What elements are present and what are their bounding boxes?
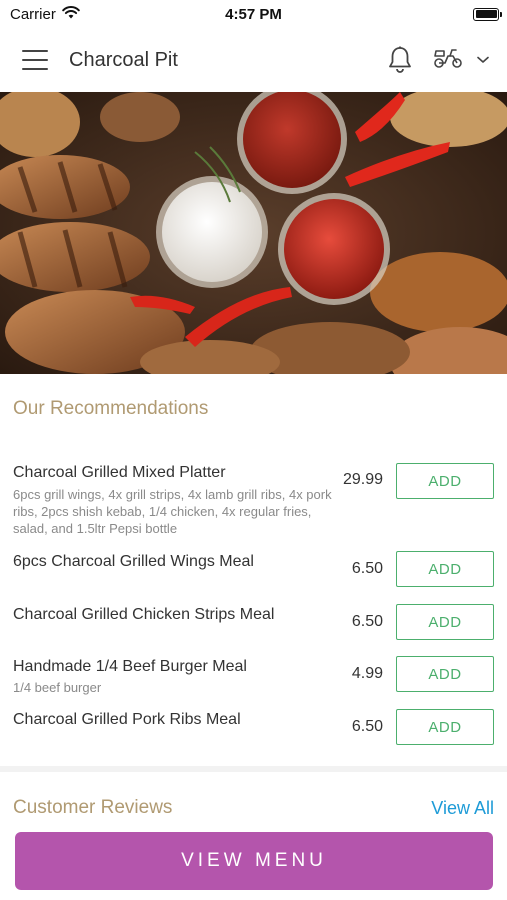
battery-fill	[475, 10, 497, 18]
item-name: Handmade 1/4 Beef Burger Meal	[13, 658, 247, 675]
add-button[interactable]: ADD	[396, 551, 494, 587]
item-name: 6pcs Charcoal Grilled Wings Meal	[13, 553, 254, 570]
item-description: 1/4 beef burger	[13, 680, 102, 695]
status-left: Carrier	[10, 6, 80, 23]
item-price: 6.50	[351, 560, 383, 577]
add-button[interactable]: ADD	[396, 463, 494, 499]
delivery-dropdown[interactable]	[433, 47, 489, 74]
status-bar: Carrier 4:57 PM	[0, 0, 507, 28]
menu-item: Charcoal Grilled Mixed Platter 6pcs gril…	[0, 460, 507, 540]
add-button[interactable]: ADD	[396, 709, 494, 745]
bell-icon[interactable]	[387, 46, 413, 74]
view-all-link[interactable]: View All	[431, 798, 494, 819]
item-name: Charcoal Grilled Pork Ribs Meal	[13, 711, 241, 728]
item-description: 6pcs grill wings, 4x grill strips, 4x la…	[13, 487, 332, 536]
carrier-label: Carrier	[10, 5, 56, 23]
item-price: 6.50	[351, 718, 383, 735]
wifi-icon	[62, 5, 80, 23]
menu-item: Charcoal Grilled Chicken Strips Meal 6.5…	[0, 601, 507, 641]
item-price: 29.99	[342, 471, 383, 488]
nav-actions	[387, 46, 489, 74]
nav-bar: Charcoal Pit	[0, 28, 507, 92]
item-name: Charcoal Grilled Chicken Strips Meal	[13, 606, 275, 623]
menu-item: Charcoal Grilled Pork Ribs Meal 6.50 ADD	[0, 707, 507, 747]
menu-item: 6pcs Charcoal Grilled Wings Meal 6.50 AD…	[0, 549, 507, 589]
add-button[interactable]: ADD	[396, 656, 494, 692]
item-name: Charcoal Grilled Mixed Platter	[13, 464, 226, 481]
menu-item: Handmade 1/4 Beef Burger Meal 1/4 beef b…	[0, 654, 507, 699]
chevron-down-icon	[477, 51, 489, 69]
page-title: Charcoal Pit	[69, 48, 178, 71]
recommendations-title: Our Recommendations	[13, 398, 209, 419]
food-photo	[0, 92, 507, 374]
reviews-title: Customer Reviews	[13, 797, 173, 818]
battery-icon	[473, 7, 502, 21]
item-price: 4.99	[351, 665, 383, 682]
hero-food-image	[0, 92, 507, 374]
delivery-scooter-icon	[433, 47, 463, 74]
hamburger-menu-icon[interactable]	[22, 50, 48, 70]
item-price: 6.50	[351, 613, 383, 630]
add-button[interactable]: ADD	[396, 604, 494, 640]
section-divider	[0, 766, 507, 772]
view-menu-button[interactable]: VIEW MENU	[15, 832, 493, 890]
